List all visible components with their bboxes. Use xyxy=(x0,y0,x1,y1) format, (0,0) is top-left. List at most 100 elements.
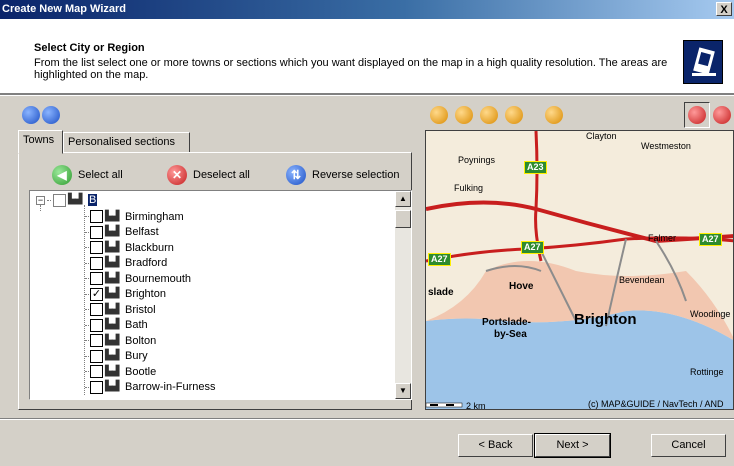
town-checkbox[interactable] xyxy=(90,318,103,332)
town-checkbox[interactable] xyxy=(90,303,103,316)
tree-item[interactable]: ▙▟ Bolton xyxy=(90,333,156,348)
zoom-out-icon[interactable] xyxy=(455,106,473,124)
map-label-falmer: Falmer xyxy=(648,233,677,243)
town-label: Birmingham xyxy=(125,210,184,223)
tree-item[interactable]: ▙▟ Bournemouth xyxy=(90,271,191,286)
zoom-in-icon[interactable] xyxy=(430,106,448,124)
map-label-fulking: Fulking xyxy=(454,183,484,193)
town-checkbox[interactable] xyxy=(90,380,103,394)
map-label-rottingdean: Rottinge xyxy=(690,367,724,377)
town-label: Brighton xyxy=(125,288,166,300)
town-label: Barrow-in-Furness xyxy=(125,381,216,393)
tree-item[interactable]: ▙▟ Bristol xyxy=(90,302,156,317)
scroll-down-button[interactable]: ▼ xyxy=(395,383,411,399)
zoom-area-icon[interactable] xyxy=(480,106,498,124)
wizard-pda-icon xyxy=(683,40,723,84)
show-areas-icon xyxy=(688,106,706,124)
cancel-button[interactable]: Cancel xyxy=(651,434,726,457)
tree-item[interactable]: ▙▟ Barrow-in-Furness xyxy=(90,380,215,395)
root-label: B xyxy=(88,194,98,206)
tree-root-node[interactable]: − ▙▟ B xyxy=(36,193,98,207)
building-icon: ▙▟ xyxy=(105,241,119,253)
town-label: Belfast xyxy=(125,226,159,238)
town-checkbox[interactable] xyxy=(90,365,103,378)
road-label-a27-top: A27 xyxy=(521,241,544,254)
scroll-thumb[interactable] xyxy=(395,210,411,228)
map-label-brighton: Brighton xyxy=(574,311,637,328)
footer-separator xyxy=(0,418,734,420)
back-button[interactable]: < Back xyxy=(458,434,533,457)
map-label-westmeston: Westmeston xyxy=(641,141,691,151)
road-label-a27-right: A27 xyxy=(699,233,722,246)
town-label: Bradford xyxy=(125,257,168,269)
tree-item[interactable]: ▙▟ Bootle xyxy=(90,364,156,379)
map-view[interactable]: Clayton Westmeston Poynings Fulking Falm… xyxy=(425,130,734,410)
building-icon: ▙▟ xyxy=(105,272,119,284)
tree-item[interactable]: ▙▟ Bury xyxy=(90,349,148,364)
town-checkbox[interactable] xyxy=(90,349,103,363)
x-icon: ✕ xyxy=(167,165,187,185)
page-description: From the list select one or more towns o… xyxy=(34,57,668,81)
tree-item[interactable]: ▙▟ Bath xyxy=(90,318,148,333)
window-title: Create New Map Wizard xyxy=(2,3,126,15)
map-label-woodingdean: Woodinge xyxy=(690,309,731,319)
town-checkbox[interactable] xyxy=(90,256,103,270)
tree-scrollbar[interactable]: ▲ ▼ xyxy=(395,191,411,399)
town-label: Bury xyxy=(125,350,148,362)
close-button[interactable]: X xyxy=(716,2,732,16)
building-icon: ▙▟ xyxy=(105,303,119,315)
town-tree[interactable]: − ▙▟ B ▙▟ Birmingham ▙▟ Belfast ▙▟ Blackburn ▙… xyxy=(29,190,412,400)
collapse-icon[interactable]: − xyxy=(36,195,45,205)
hide-areas-icon[interactable] xyxy=(713,106,731,124)
deselect-all-label: Deselect all xyxy=(193,169,250,181)
title-bar: Create New Map Wizard X xyxy=(0,0,734,19)
wizard-header: Select City or Region From the list sele… xyxy=(0,19,734,94)
road-label-a23: A23 xyxy=(524,161,547,174)
tab-towns[interactable]: Towns xyxy=(18,130,63,154)
reverse-selection-label: Reverse selection xyxy=(312,169,400,181)
save-icon[interactable] xyxy=(42,106,60,124)
map-scale-label: 2 km xyxy=(466,401,486,410)
zoom-previous-icon[interactable] xyxy=(505,106,523,124)
building-icon: ▙▟ xyxy=(105,226,119,237)
building-icon: ▙▟ xyxy=(105,350,119,361)
page-title: Select City or Region xyxy=(34,42,145,54)
reverse-selection-button[interactable]: ⇅ Reverse selection xyxy=(286,164,399,186)
town-checkbox[interactable]: ✓ xyxy=(90,287,103,301)
town-checkbox[interactable] xyxy=(90,272,103,285)
tab-personalised-sections[interactable]: Personalised sections xyxy=(63,132,190,153)
pan-hand-icon[interactable] xyxy=(545,106,563,124)
tree-line xyxy=(47,199,51,201)
building-icon: ▙▟ xyxy=(105,381,119,392)
building-icon: ▙▟ xyxy=(68,194,82,205)
town-checkbox[interactable] xyxy=(90,225,103,239)
tree-item[interactable]: ✓ ▙▟ Brighton xyxy=(90,287,166,302)
reverse-arrows-icon: ⇅ xyxy=(286,165,306,185)
town-label: Blackburn xyxy=(125,241,174,254)
root-checkbox[interactable] xyxy=(53,193,66,207)
map-label-clayton: Clayton xyxy=(586,131,617,141)
tree-item[interactable]: ▙▟ Bradford xyxy=(90,256,167,271)
tree-item[interactable]: ▙▟ Blackburn xyxy=(90,240,174,255)
road-label-a27-left: A27 xyxy=(428,253,451,266)
town-checkbox[interactable] xyxy=(90,210,103,223)
town-checkbox[interactable] xyxy=(90,241,103,254)
building-icon: ▙▟ xyxy=(105,210,119,222)
building-icon: ▙▟ xyxy=(105,288,119,299)
tree-item[interactable]: ▙▟ Belfast xyxy=(90,225,159,240)
open-icon[interactable] xyxy=(22,106,40,124)
map-canvas xyxy=(426,131,733,409)
select-all-button[interactable]: ◀ Select all xyxy=(52,164,123,186)
next-button[interactable]: Next > xyxy=(534,433,611,458)
building-icon: ▙▟ xyxy=(105,365,119,377)
town-checkbox[interactable] xyxy=(90,334,103,347)
tree-line xyxy=(84,205,85,395)
map-label-portslade: Portslade- xyxy=(482,317,531,328)
arrow-left-icon: ◀ xyxy=(52,165,72,185)
select-all-label: Select all xyxy=(78,169,123,181)
scroll-up-button[interactable]: ▲ xyxy=(395,191,411,207)
view-toggle-pressed[interactable] xyxy=(684,102,710,128)
tree-item[interactable]: ▙▟ Birmingham xyxy=(90,209,184,224)
deselect-all-button[interactable]: ✕ Deselect all xyxy=(167,164,250,186)
building-icon: ▙▟ xyxy=(105,319,119,330)
